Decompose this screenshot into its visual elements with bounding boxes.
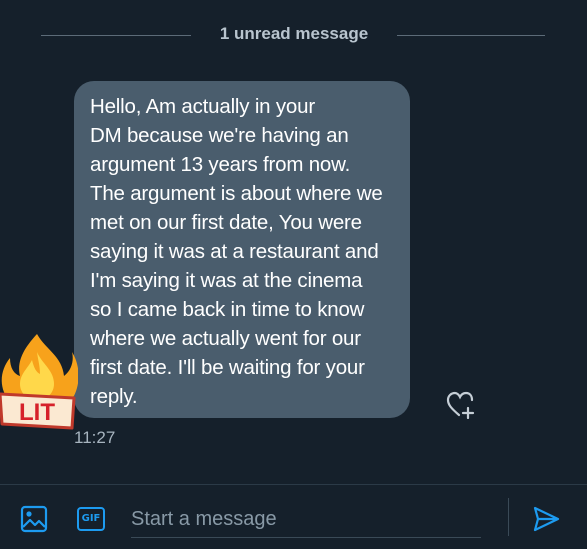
message-input[interactable] xyxy=(131,501,481,538)
received-message-bubble[interactable]: Hello, Am actually in your DM because we… xyxy=(74,81,410,418)
divider-line-right xyxy=(397,35,545,36)
message-composer: GIF xyxy=(0,484,587,549)
send-icon[interactable] xyxy=(532,505,560,533)
unread-divider-label: 1 unread message xyxy=(219,24,369,43)
divider-line-left xyxy=(41,35,191,36)
gif-icon[interactable]: GIF xyxy=(77,507,105,531)
image-icon[interactable] xyxy=(20,505,48,533)
message-timestamp: 11:27 xyxy=(74,428,116,447)
unread-divider: 1 unread message xyxy=(0,22,587,50)
heart-plus-icon[interactable] xyxy=(446,391,476,419)
composer-separator xyxy=(508,498,509,536)
fire-lit-sticker: LIT xyxy=(0,334,78,430)
message-text: Hello, Am actually in your DM because we… xyxy=(90,95,383,408)
sticker-label: LIT xyxy=(19,399,55,426)
